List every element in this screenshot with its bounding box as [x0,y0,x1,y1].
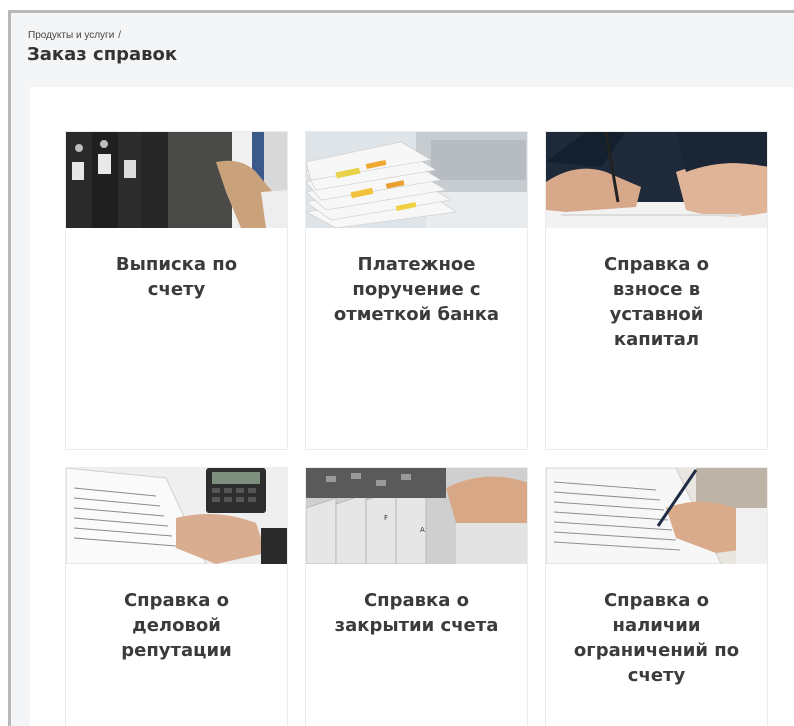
card-title: Справка о закрытии счета [334,590,499,636]
card-title: Выписка по счету [115,254,238,300]
svg-text:A: A [420,526,425,534]
page-frame: Продукты и услуги / Заказ справок Выписк… [8,10,794,726]
svg-text:F: F [384,514,388,522]
page-title: Заказ справок [27,44,178,65]
cards-panel: Выписка по счету Платежное поручение с о… [30,87,794,726]
binders-photo [66,132,287,228]
card-capital-contribution[interactable]: Справка о взносе в уставной капитал [545,131,768,450]
signing-document-photo [546,132,767,228]
card-title: Справка о деловой репутации [121,590,232,661]
card-payment-order[interactable]: Платежное поручение с отметкой банка [305,131,528,450]
file-cabinet-photo: F A [306,468,527,564]
card-title: Справка о наличии ограничений по счету [573,590,740,686]
breadcrumb-separator: / [118,30,122,41]
card-account-closure[interactable]: F A Справка о закрытии счета [305,467,528,726]
card-title: Справка о взносе в уставной капитал [603,254,710,350]
card-account-statement[interactable]: Выписка по счету [65,131,288,450]
pen-paper-photo [546,468,767,564]
card-business-reputation[interactable]: Справка о деловой репутации [65,467,288,726]
documents-stack-photo [306,132,527,228]
breadcrumb: Продукты и услуги / [28,30,121,41]
breadcrumb-link-products[interactable]: Продукты и услуги [28,30,114,41]
card-account-restrictions[interactable]: Справка о наличии ограничений по счету [545,467,768,726]
paper-calculator-photo [66,468,287,564]
card-title: Платежное поручение с отметкой банка [333,254,500,325]
